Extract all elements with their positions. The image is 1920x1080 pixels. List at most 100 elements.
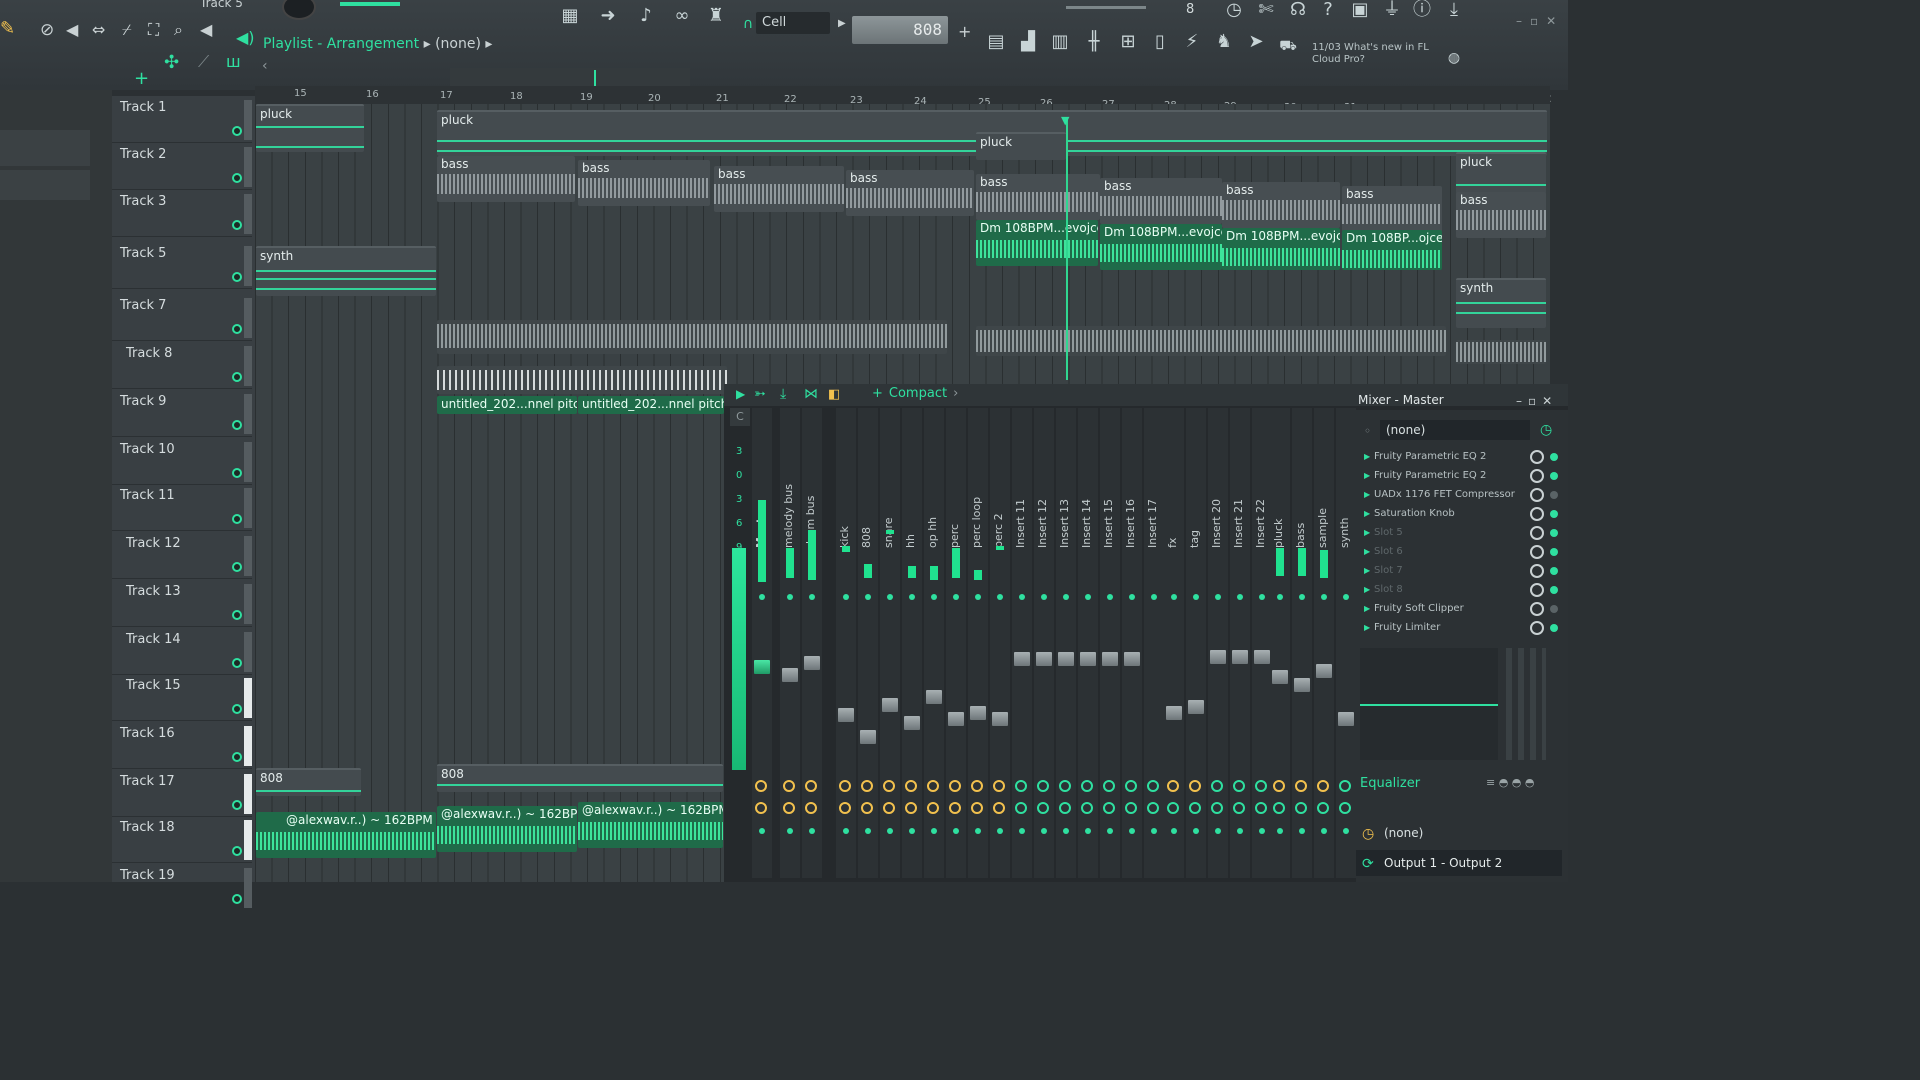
route-led[interactable]: [787, 828, 793, 834]
stereo-knob[interactable]: [1015, 802, 1027, 814]
zoom-icon[interactable]: ⌕: [174, 20, 183, 40]
record-icon[interactable]: ☊: [1284, 0, 1312, 24]
fx-slot-expand-icon[interactable]: ▶: [1364, 467, 1370, 485]
track-resize-handle[interactable]: [244, 298, 252, 338]
channel-enable-led[interactable]: [953, 594, 959, 600]
volume-fader[interactable]: [1124, 652, 1140, 666]
add-pattern-icon[interactable]: +: [958, 22, 971, 41]
pan-knob[interactable]: [1189, 780, 1201, 792]
audio-clip[interactable]: bass: [1456, 192, 1546, 238]
channel-enable-led[interactable]: [975, 594, 981, 600]
pattern-clip[interactable]: pluck: [256, 104, 364, 152]
news-panel[interactable]: 11/03 What's new in FL Cloud Pro?: [1312, 42, 1432, 66]
channel-enable-led[interactable]: [1171, 594, 1177, 600]
channel-enable-led[interactable]: [1299, 594, 1305, 600]
fx-mix-knob[interactable]: [1530, 526, 1544, 540]
volume-fader[interactable]: [1014, 652, 1030, 666]
stereo-knob[interactable]: [805, 802, 817, 814]
track-resize-handle[interactable]: [244, 584, 252, 624]
help-icon[interactable]: ?: [1314, 0, 1342, 24]
track-resize-handle[interactable]: [244, 346, 252, 386]
mixer-channel-strip[interactable]: perc 2: [990, 408, 1010, 878]
stereo-knob[interactable]: [905, 802, 917, 814]
pan-knob[interactable]: [993, 780, 1005, 792]
volume-fader[interactable]: [1036, 652, 1052, 666]
stereo-knob[interactable]: [971, 802, 983, 814]
mixer-channel-strip[interactable]: Insert 17: [1144, 408, 1164, 878]
pan-knob[interactable]: [971, 780, 983, 792]
track-resize-handle[interactable]: [244, 394, 252, 434]
channel-rack-icon[interactable]: ▥: [1046, 28, 1074, 56]
fx-enable-led[interactable]: [1550, 453, 1558, 461]
cpu-slider[interactable]: [1066, 6, 1146, 9]
pan-knob[interactable]: [783, 780, 795, 792]
stereo-knob[interactable]: [883, 802, 895, 814]
stereo-knob[interactable]: [839, 802, 851, 814]
pan-knob[interactable]: [1081, 780, 1093, 792]
track-enable-toggle[interactable]: [232, 704, 242, 714]
fx-slot-expand-icon[interactable]: ▶: [1364, 619, 1370, 637]
pan-knob[interactable]: [1339, 780, 1351, 792]
playlist-pattern-selector[interactable]: (none): [435, 36, 481, 52]
volume-fader[interactable]: [970, 706, 986, 720]
track-enable-toggle[interactable]: [232, 324, 242, 334]
globe-icon[interactable]: ◍: [1440, 44, 1468, 72]
fx-slot[interactable]: ▶ Saturation Knob: [1360, 505, 1538, 523]
volume-fader[interactable]: [1316, 664, 1332, 678]
cart-icon[interactable]: ⛟: [1274, 32, 1302, 60]
track-enable-toggle[interactable]: [232, 173, 242, 183]
route-led[interactable]: [1321, 828, 1327, 834]
save-icon[interactable]: ▣: [1346, 0, 1374, 24]
mixer-icon[interactable]: ╫: [1080, 28, 1108, 56]
volume-fader[interactable]: [1254, 650, 1270, 664]
stereo-knob[interactable]: [949, 802, 961, 814]
snap-selector[interactable]: Cell: [756, 12, 830, 34]
volume-fader[interactable]: [1166, 706, 1182, 720]
mixer-channel-strip[interactable]: perc: [946, 408, 966, 878]
track-resize-handle[interactable]: [244, 194, 252, 234]
track-resize-handle[interactable]: [244, 632, 252, 672]
audio-clip[interactable]: [437, 366, 727, 394]
mixer-channel-strip[interactable]: Insert 11: [1012, 408, 1032, 878]
mixer-channel-strip[interactable]: op hh: [924, 408, 944, 878]
mixer-channel-strip[interactable]: pluck: [1270, 408, 1290, 878]
route-led[interactable]: [1343, 828, 1349, 834]
pan-knob[interactable]: [1015, 780, 1027, 792]
mixer-channel-strip[interactable]: kick: [836, 408, 856, 878]
pan-knob[interactable]: [1317, 780, 1329, 792]
route-led[interactable]: [1019, 828, 1025, 834]
mixer-channel-strip[interactable]: synth: [1336, 408, 1356, 878]
mixer-channel-strip[interactable]: sample: [1314, 408, 1334, 878]
channel-enable-led[interactable]: [1151, 594, 1157, 600]
browser-item[interactable]: [0, 130, 90, 166]
volume-fader[interactable]: [992, 712, 1008, 726]
fx-slot[interactable]: ▶ Fruity Parametric EQ 2: [1360, 467, 1538, 485]
channel-enable-led[interactable]: [1063, 594, 1069, 600]
eq-band-sliders[interactable]: [1506, 648, 1546, 760]
audio-clip[interactable]: [976, 326, 1446, 356]
mixer-channel-strip[interactable]: Insert 22: [1252, 408, 1272, 878]
channel-enable-led[interactable]: [809, 594, 815, 600]
fx-slot-expand-icon[interactable]: ▶: [1364, 600, 1370, 618]
piano-icon[interactable]: ш: [226, 52, 241, 71]
route-led[interactable]: [809, 828, 815, 834]
mixer-window-controls[interactable]: –▫✕: [1516, 394, 1558, 408]
track-resize-handle[interactable]: [244, 442, 252, 482]
pan-knob[interactable]: [839, 780, 851, 792]
track-enable-toggle[interactable]: [232, 126, 242, 136]
pan-knob[interactable]: [949, 780, 961, 792]
track-enable-toggle[interactable]: [232, 220, 242, 230]
pan-knob[interactable]: [805, 780, 817, 792]
route-led[interactable]: [1151, 828, 1157, 834]
fx-slot-expand-icon[interactable]: ▶: [1364, 581, 1370, 599]
volume-fader[interactable]: [948, 712, 964, 726]
volume-fader[interactable]: [804, 656, 820, 670]
track-enable-toggle[interactable]: [232, 562, 242, 572]
track-resize-handle[interactable]: [244, 774, 252, 814]
mixer-channel-strip[interactable]: melody bus: [780, 408, 800, 878]
track-header[interactable]: Track 11: [112, 484, 252, 531]
route-led[interactable]: [1259, 828, 1265, 834]
mixer-channel-strip[interactable]: Insert 13: [1056, 408, 1076, 878]
mixer-channel-strip[interactable]: Insert 14: [1078, 408, 1098, 878]
eq-knobs[interactable]: ≡ ◓ ◓ ◓: [1486, 776, 1535, 789]
